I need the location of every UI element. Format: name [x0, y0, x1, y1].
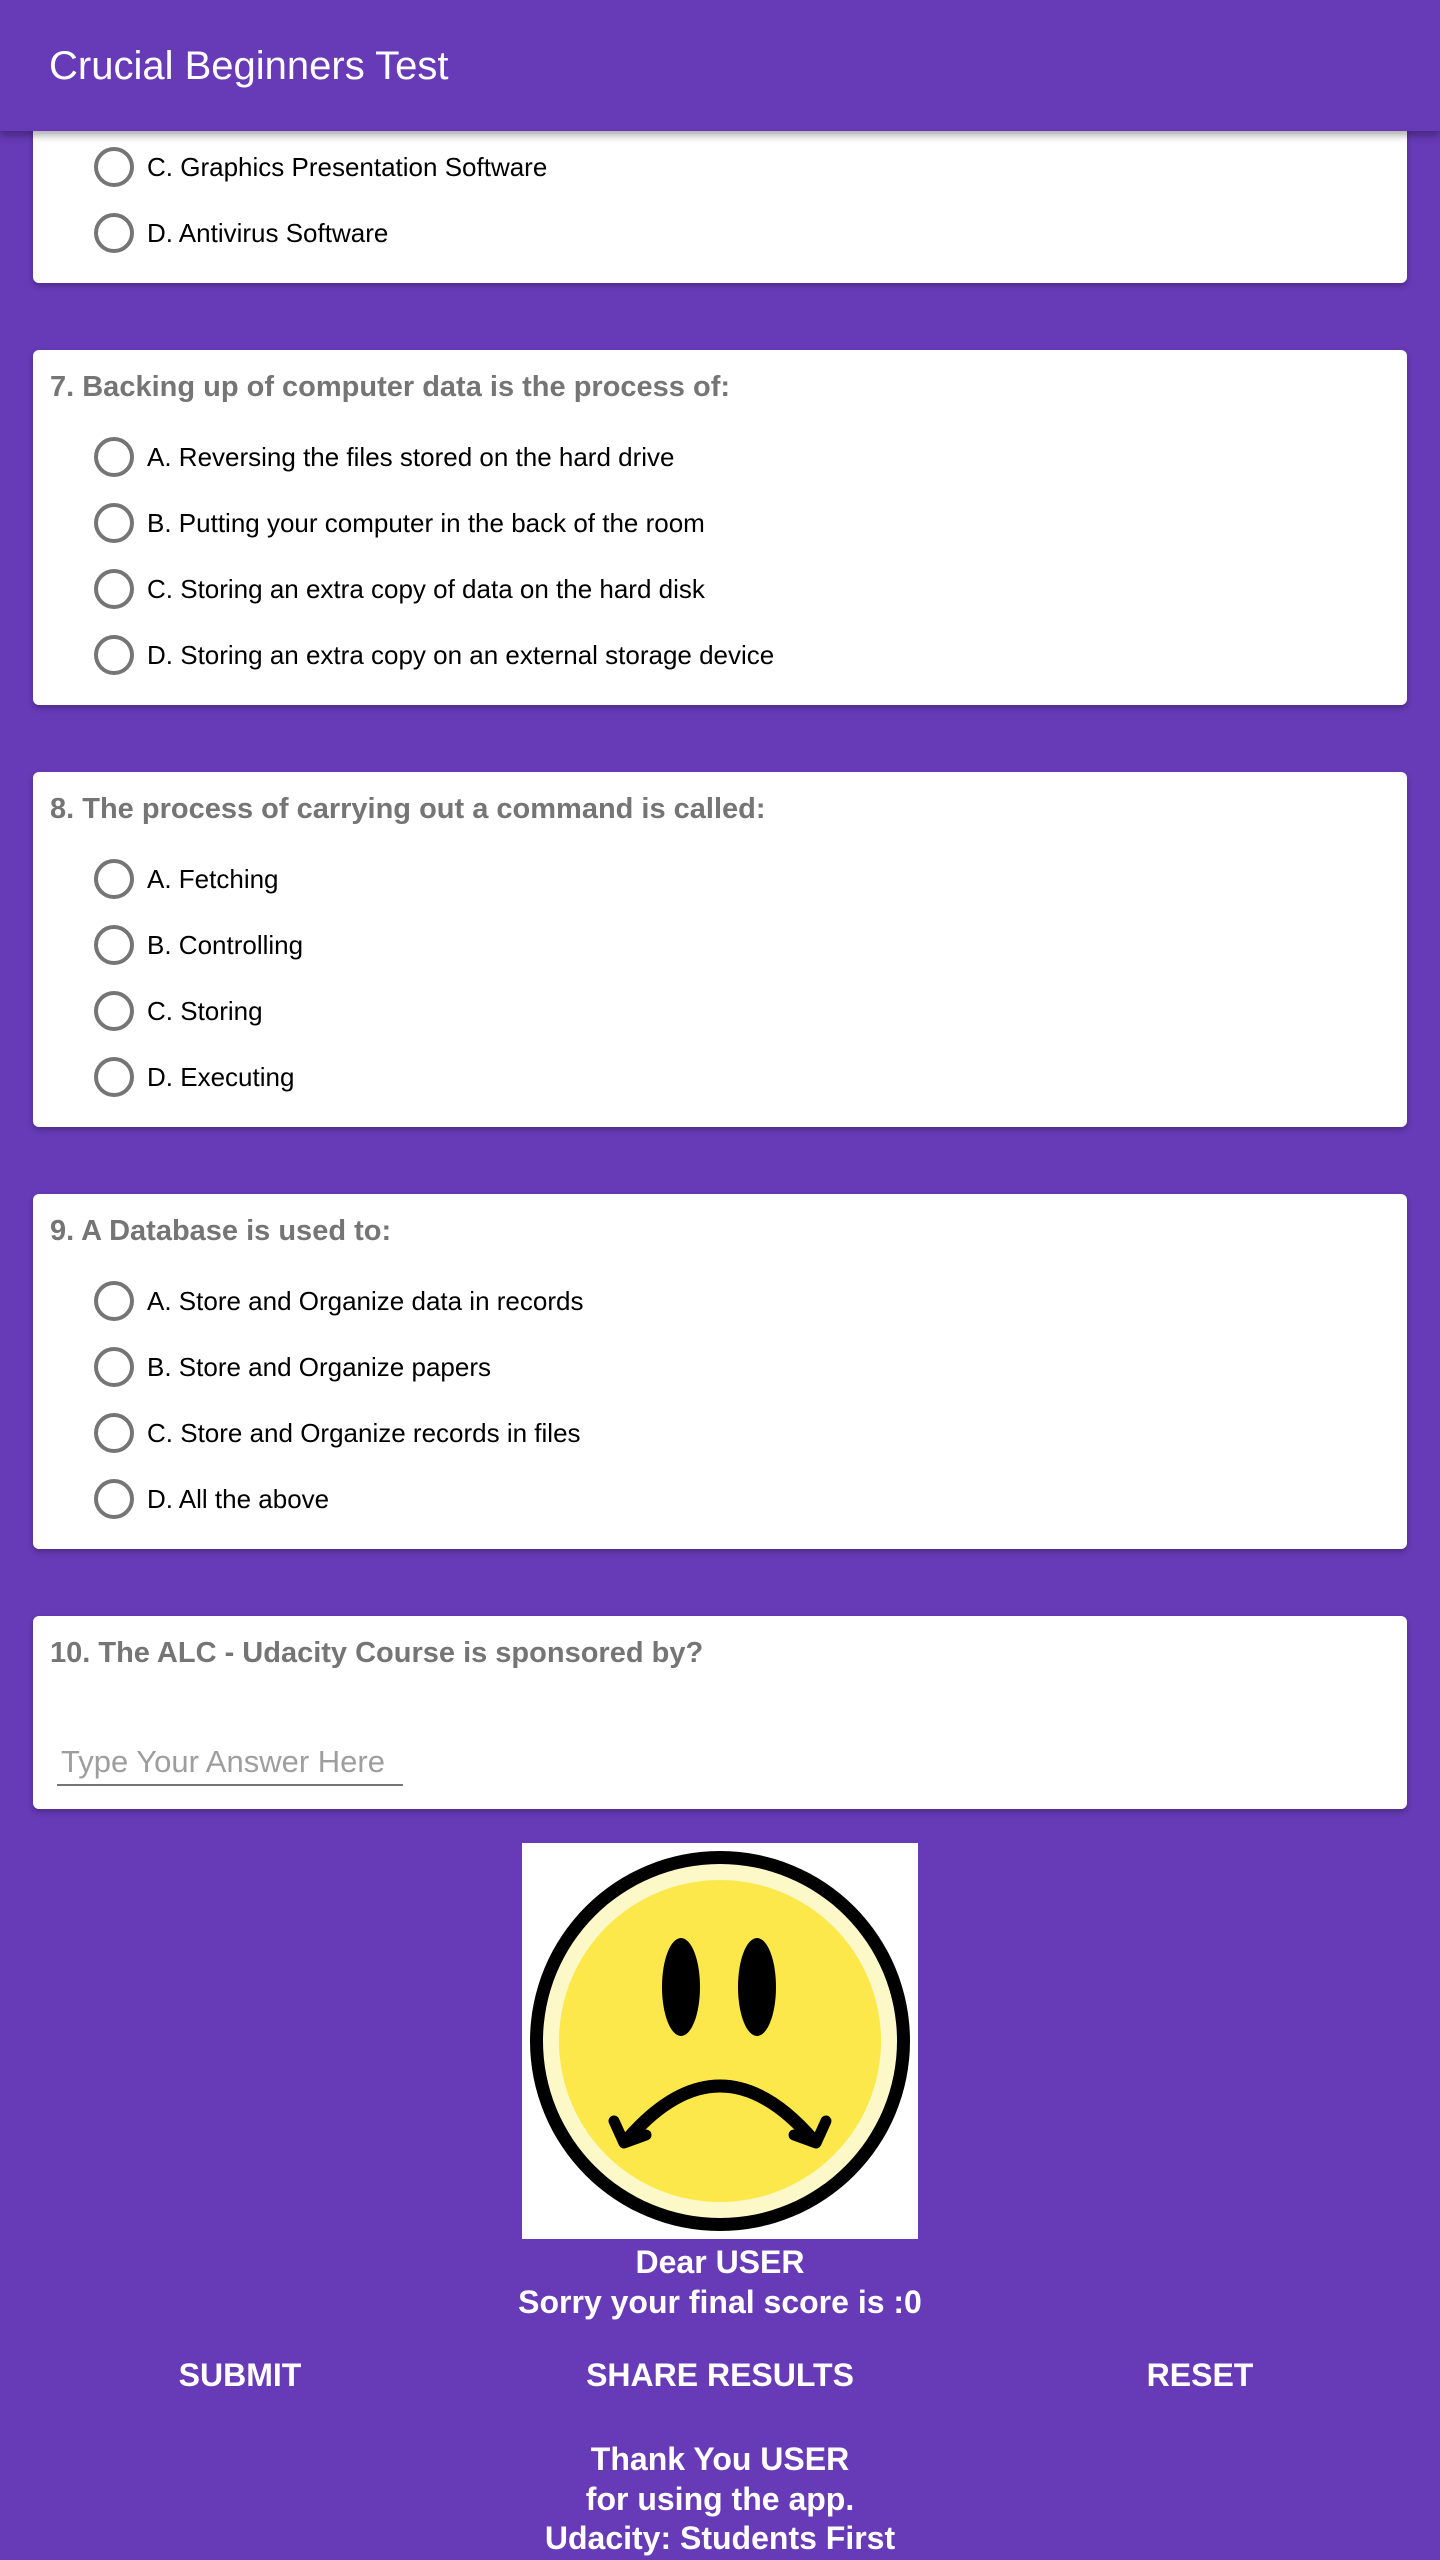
radio-button[interactable]	[94, 1479, 134, 1519]
option-8b[interactable]: B. Controlling	[94, 920, 303, 970]
footer-thanks: Thank You USER	[590, 2441, 850, 2477]
option-label: D. Executing	[147, 1061, 295, 1092]
radio-button[interactable]	[94, 569, 134, 609]
option-8c[interactable]: C. Storing	[94, 986, 263, 1036]
reset-button[interactable]: RESET	[1010, 2347, 1390, 2403]
result-greeting: Dear USER	[635, 2244, 805, 2280]
question-card-10: 10. The ALC - Udacity Course is sponsore…	[33, 1616, 1407, 1809]
option-label: A. Fetching	[147, 863, 279, 894]
option-label: B. Controlling	[147, 929, 304, 960]
result-image	[522, 1843, 918, 2239]
question-card-6: C. Graphics Presentation Software D. Ant…	[33, 110, 1407, 283]
radio-button[interactable]	[94, 147, 134, 187]
question-title: 10. The ALC - Udacity Course is sponsore…	[50, 1637, 704, 1669]
option-7b[interactable]: B. Putting your computer in the back of …	[94, 498, 705, 548]
option-label: A. Store and Organize data in records	[147, 1285, 584, 1316]
option-9b[interactable]: B. Store and Organize papers	[94, 1342, 491, 1392]
result-score: Sorry your final score is :0	[518, 2284, 922, 2320]
option-7d[interactable]: D. Storing an extra copy on an external …	[94, 630, 774, 680]
radio-button[interactable]	[94, 1347, 134, 1387]
option-label: B. Putting your computer in the back of …	[147, 507, 705, 538]
option-9d[interactable]: D. All the above	[94, 1474, 329, 1524]
option-label: D. All the above	[147, 1483, 330, 1514]
option-label: A. Reversing the files stored on the har…	[147, 441, 675, 472]
question-card-7: 7. Backing up of computer data is the pr…	[33, 350, 1407, 705]
radio-button[interactable]	[94, 991, 134, 1031]
radio-button[interactable]	[94, 1057, 134, 1097]
question-card-8: 8. The process of carrying out a command…	[33, 772, 1407, 1127]
option-8d[interactable]: D. Executing	[94, 1052, 294, 1102]
footer-tagline: Udacity: Students First	[544, 2520, 896, 2556]
share-results-button[interactable]: SHARE RESULTS	[530, 2347, 910, 2403]
option-7c[interactable]: C. Storing an extra copy of data on the …	[94, 564, 705, 614]
option-6c[interactable]: C. Graphics Presentation Software	[94, 142, 547, 192]
radio-button[interactable]	[94, 213, 134, 253]
radio-button[interactable]	[94, 1281, 134, 1321]
radio-button[interactable]	[94, 437, 134, 477]
option-label: C. Storing	[147, 995, 263, 1026]
submit-button[interactable]: SUBMIT	[50, 2347, 430, 2403]
option-6d[interactable]: D. Antivirus Software	[94, 208, 388, 258]
option-label: C. Storing an extra copy of data on the …	[147, 573, 705, 604]
sad-face-icon	[530, 1851, 910, 2231]
question-title: 8. The process of carrying out a command…	[50, 793, 766, 825]
footer-usage: for using the app.	[585, 2481, 855, 2517]
app-bar: Crucial Beginners Test	[0, 0, 1440, 131]
question-card-9: 9. A Database is used to: A. Store and O…	[33, 1194, 1407, 1549]
question-title: 7. Backing up of computer data is the pr…	[50, 371, 731, 403]
option-label: C. Store and Organize records in files	[147, 1417, 581, 1448]
radio-button[interactable]	[94, 635, 134, 675]
option-label: C. Graphics Presentation Software	[147, 151, 548, 182]
option-label: D. Antivirus Software	[147, 217, 389, 248]
option-label: B. Store and Organize papers	[147, 1351, 491, 1382]
answer-input[interactable]	[57, 1740, 403, 1786]
option-label: D. Storing an extra copy on an external …	[147, 639, 775, 670]
radio-button[interactable]	[94, 925, 134, 965]
app-title: Crucial Beginners Test	[49, 44, 449, 88]
option-8a[interactable]: A. Fetching	[94, 854, 279, 904]
option-7a[interactable]: A. Reversing the files stored on the har…	[94, 432, 675, 482]
radio-button[interactable]	[94, 859, 134, 899]
option-9a[interactable]: A. Store and Organize data in records	[94, 1276, 583, 1326]
question-title: 9. A Database is used to:	[50, 1215, 392, 1247]
option-9c[interactable]: C. Store and Organize records in files	[94, 1408, 581, 1458]
radio-button[interactable]	[94, 1413, 134, 1453]
radio-button[interactable]	[94, 503, 134, 543]
